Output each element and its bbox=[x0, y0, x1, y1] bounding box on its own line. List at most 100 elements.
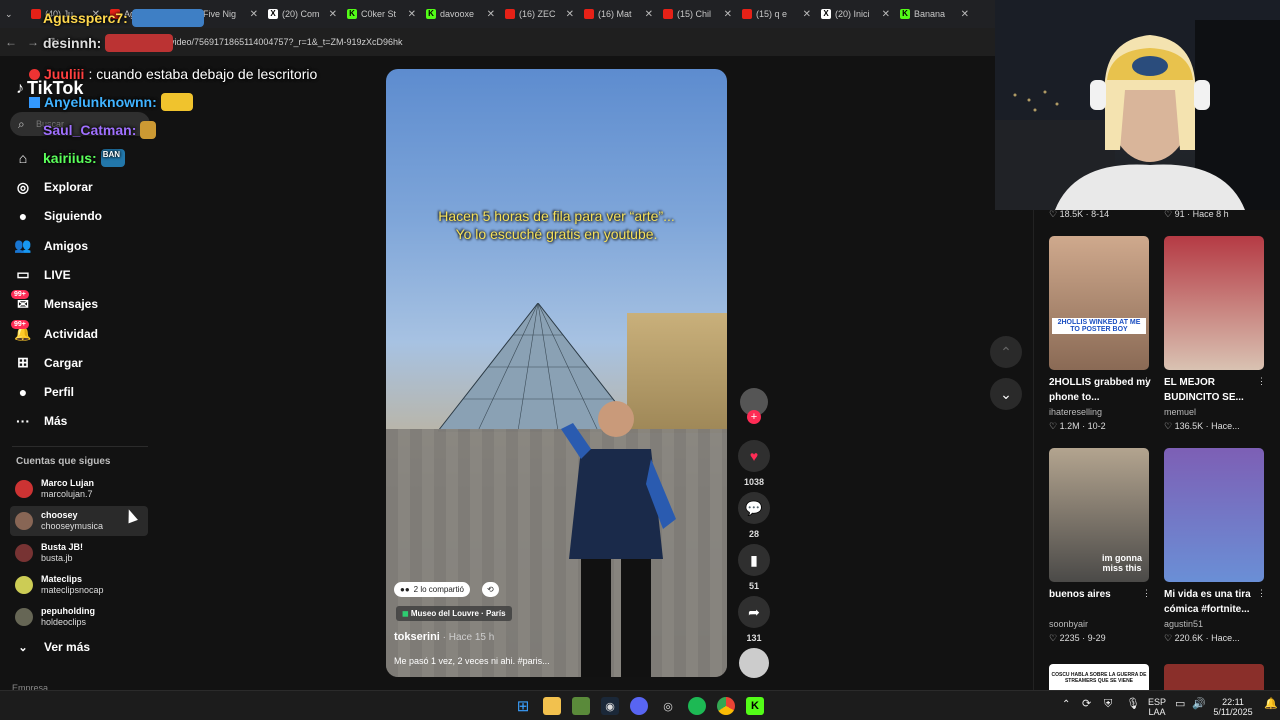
browser-tab[interactable]: Kdavooxe ✕ bbox=[421, 0, 500, 28]
obs-icon[interactable]: ◎ bbox=[659, 697, 677, 715]
nav-compass[interactable]: ◎ Explorar bbox=[14, 176, 93, 198]
network-icon[interactable]: ▭ bbox=[1175, 699, 1185, 710]
thumbnail-overlay-text: im gonna miss this bbox=[1102, 553, 1142, 573]
nav-more[interactable]: ··· Más bbox=[14, 410, 67, 432]
related-video-author[interactable]: soonbyair bbox=[1049, 619, 1088, 629]
bottom-thumb-right[interactable] bbox=[1164, 664, 1264, 690]
browser-tab[interactable]: K Banana ✕ bbox=[895, 0, 974, 28]
tab-list-button[interactable]: ⌄ bbox=[0, 0, 26, 28]
comment-icon: 💬 bbox=[738, 492, 770, 524]
close-tab-icon[interactable]: ✕ bbox=[803, 9, 811, 20]
related-video-thumbnail[interactable] bbox=[1164, 448, 1264, 582]
nav-friends[interactable]: 👥 Amigos bbox=[14, 235, 88, 257]
notifications-icon[interactable]: 🔔 bbox=[1264, 699, 1278, 710]
repost-button[interactable]: ⟲ bbox=[482, 582, 499, 597]
related-video-title[interactable]: EL MEJOR BUDINCITO SE... bbox=[1164, 375, 1269, 405]
more-options-icon[interactable]: ⋮ bbox=[1257, 588, 1266, 599]
scroll-up-button[interactable]: ⌃ bbox=[990, 336, 1022, 368]
kick-favicon-icon: K bbox=[347, 9, 357, 19]
music-disc[interactable] bbox=[738, 648, 770, 678]
kick-icon[interactable]: K bbox=[746, 697, 764, 715]
tray-sync-icon[interactable]: ⟳ bbox=[1082, 699, 1091, 710]
video-player[interactable]: Hacen 5 horas de fila para ver “arte”...… bbox=[386, 69, 727, 677]
following-account[interactable]: Marco Lujan marcolujan.7 bbox=[10, 474, 148, 504]
location-tag[interactable]: ◼ Museo del Louvre · París bbox=[396, 606, 512, 621]
close-tab-icon[interactable]: ✕ bbox=[408, 9, 416, 20]
close-tab-icon[interactable]: ✕ bbox=[645, 9, 653, 20]
more-options-icon[interactable]: ⋮ bbox=[1142, 376, 1151, 387]
save-button[interactable]: ▮ 51 bbox=[738, 544, 770, 591]
more-options-icon[interactable]: ⋮ bbox=[1142, 588, 1151, 599]
avatars-icon: ●● bbox=[400, 585, 410, 594]
chat-message: kairiius: BAN bbox=[43, 149, 125, 167]
related-video-author[interactable]: agustin51 bbox=[1164, 619, 1203, 629]
close-tab-icon[interactable]: ✕ bbox=[250, 9, 258, 20]
youtube-favicon-icon bbox=[742, 9, 752, 19]
share-button[interactable]: ➦ 131 bbox=[738, 596, 770, 643]
scroll-down-button[interactable]: ⌄ bbox=[990, 378, 1022, 410]
nav-activity[interactable]: 🔔 99+ Actividad bbox=[11, 319, 98, 345]
related-video-title[interactable]: Mi vida es una tira cómica #fortnite... bbox=[1164, 587, 1269, 617]
browser-tab[interactable]: (15) q e ✕ bbox=[737, 0, 816, 28]
close-tab-icon[interactable]: ✕ bbox=[487, 9, 495, 20]
close-tab-icon[interactable]: ✕ bbox=[724, 9, 732, 20]
browser-tab[interactable]: (16) Mat ✕ bbox=[579, 0, 658, 28]
notification-badge: 99+ bbox=[11, 319, 29, 329]
nav-live[interactable]: ▭ LIVE bbox=[14, 264, 70, 286]
chat-username: Saul_Catman: bbox=[43, 122, 137, 138]
nav-following[interactable]: ● Siguiendo bbox=[14, 205, 102, 227]
tray-chevron-icon[interactable]: ⌃ bbox=[1062, 700, 1070, 710]
comment-button[interactable]: 💬 28 bbox=[738, 492, 770, 539]
file-explorer-icon[interactable] bbox=[543, 697, 561, 715]
forward-icon[interactable]: → bbox=[22, 35, 44, 49]
nav-profile[interactable]: ● Perfil bbox=[14, 381, 74, 403]
spotify-icon[interactable] bbox=[688, 697, 706, 715]
windows-start-icon[interactable]: ⊞ bbox=[514, 697, 532, 715]
browser-tab[interactable]: (15) Chil ✕ bbox=[658, 0, 737, 28]
close-tab-icon[interactable]: ✕ bbox=[882, 9, 890, 20]
clock[interactable]: 22:11 5/11/2025 bbox=[1208, 697, 1258, 717]
related-video-thumbnail[interactable] bbox=[1164, 236, 1264, 370]
like-button[interactable]: ♥ 1038 bbox=[738, 440, 770, 487]
following-account[interactable]: Busta JB! busta.jb bbox=[10, 538, 148, 568]
video-author[interactable]: tokserini · Hace 15 h bbox=[394, 631, 494, 643]
related-video-title[interactable]: buenos aires bbox=[1049, 587, 1154, 602]
back-icon[interactable]: ← bbox=[0, 35, 22, 49]
following-account[interactable]: Mateclips mateclipsnocap bbox=[10, 570, 148, 600]
nav-messages[interactable]: ✉ 99+ Mensajes bbox=[11, 290, 98, 315]
minecraft-icon[interactable] bbox=[572, 697, 590, 715]
music-disc-icon bbox=[739, 648, 769, 678]
volume-icon[interactable]: 🔊 bbox=[1192, 699, 1206, 710]
follow-plus-icon[interactable]: + bbox=[747, 410, 761, 424]
steam-icon[interactable]: ◉ bbox=[601, 697, 619, 715]
close-tab-icon[interactable]: ✕ bbox=[329, 9, 337, 20]
tray-mic-icon[interactable]: 🎙 bbox=[1126, 699, 1140, 710]
related-video-author[interactable]: ihatereselling bbox=[1049, 407, 1102, 417]
close-tab-icon[interactable]: ✕ bbox=[961, 9, 969, 20]
bottom-thumb-left[interactable]: COSCU HABLA SOBRE LA GUERRA DE STREAMERS… bbox=[1049, 664, 1149, 690]
browser-tab[interactable]: X (20) Com ✕ bbox=[263, 0, 342, 28]
related-video-stats: ♡ 220.6K · Hace... bbox=[1164, 633, 1240, 643]
chrome-icon[interactable] bbox=[717, 697, 735, 715]
chat-username: desinnh: bbox=[43, 35, 102, 51]
url-field[interactable]: serini/video/7569171865114004757?_r=1&_t… bbox=[146, 37, 403, 47]
related-video-thumbnail[interactable]: 2HOLLIS WINKED AT ME TO POSTER BOY bbox=[1049, 236, 1149, 370]
shared-pill[interactable]: ●● 2 lo compartió bbox=[394, 582, 470, 597]
discord-icon[interactable] bbox=[630, 697, 648, 715]
related-video-thumbnail[interactable]: im gonna miss this bbox=[1049, 448, 1149, 582]
language-indicator[interactable]: ESP LAA bbox=[1148, 697, 1166, 717]
activity-icon: 🔔 99+ bbox=[11, 319, 32, 343]
browser-tab[interactable]: (16) ZEC ✕ bbox=[500, 0, 579, 28]
see-more-button[interactable]: ⌄ Ver más bbox=[14, 636, 90, 658]
more-options-icon[interactable]: ⋮ bbox=[1257, 376, 1266, 387]
following-account[interactable]: pepuholding holdeoclips bbox=[10, 602, 148, 632]
related-video-author[interactable]: memuel bbox=[1164, 407, 1196, 417]
browser-tab[interactable]: K C0ker St ✕ bbox=[342, 0, 421, 28]
browser-tab[interactable]: X (20) Inici ✕ bbox=[816, 0, 895, 28]
close-tab-icon[interactable]: ✕ bbox=[566, 9, 574, 20]
nav-upload[interactable]: ⊞ Cargar bbox=[14, 352, 83, 374]
tray-shield-icon[interactable]: ⛨ bbox=[1104, 699, 1112, 710]
author-avatar[interactable]: + bbox=[738, 388, 770, 424]
nav-home[interactable]: ⌂ bbox=[14, 147, 32, 169]
related-video-title[interactable]: 2HOLLIS grabbed my phone to... bbox=[1049, 375, 1154, 405]
